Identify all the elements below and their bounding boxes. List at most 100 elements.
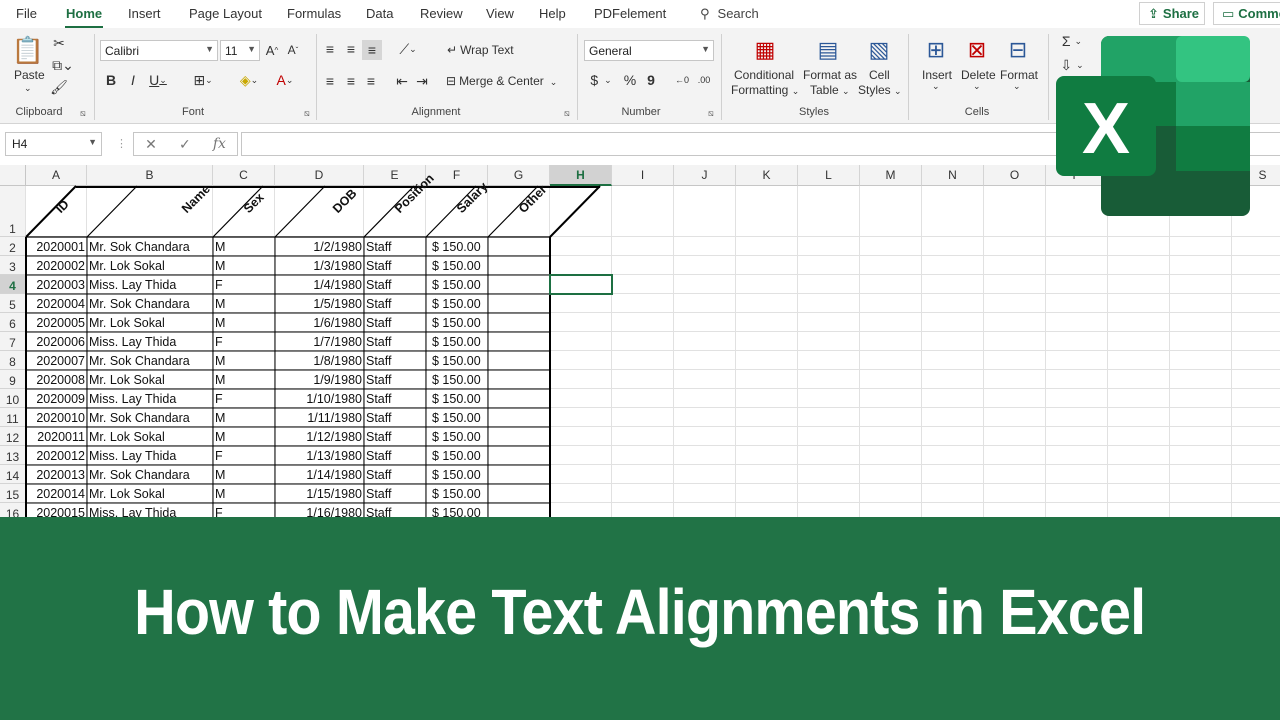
cell-a8[interactable]: 2020007 [26,351,87,370]
cell-c6[interactable]: M [213,313,275,332]
decrease-decimal-icon[interactable]: .00 [694,70,714,90]
cell-a9[interactable]: 2020008 [26,370,87,389]
align-top-icon[interactable]: ≡ [321,40,339,58]
tab-file[interactable]: File [16,6,37,21]
cell-d2[interactable]: 1/2/1980 [275,237,364,256]
cell-c2[interactable]: M [213,237,275,256]
number-format-dropdown[interactable]: General ▼ [584,40,714,61]
cell-f2[interactable]: $ 150.00 [426,237,488,256]
cell-b3[interactable]: Mr. Lok Sokal [87,256,213,275]
font-launcher-icon[interactable]: ⧅ [304,108,310,119]
cell-e2[interactable]: Staff [364,237,426,256]
cell-a7[interactable]: 2020006 [26,332,87,351]
tab-formulas[interactable]: Formulas [287,6,341,21]
chevron-down-icon[interactable]: ⌄ [1013,81,1021,92]
clipboard-launcher-icon[interactable]: ⧅ [80,108,86,119]
tab-insert[interactable]: Insert [128,6,161,21]
increase-decimal-icon[interactable]: ←0 [672,70,692,90]
cell-a10[interactable]: 2020009 [26,389,87,408]
conditional-formatting-label-1[interactable]: Conditional [734,68,794,82]
conditional-formatting-label-2[interactable]: Formatting ⌄ [731,83,799,97]
cell-a6[interactable]: 2020005 [26,313,87,332]
format-cells-icon[interactable]: ⊟ [1003,36,1033,64]
spreadsheet-grid[interactable]: ABCDEFGHIJKLMNOPQRS 12345678910111213141… [0,165,1280,520]
conditional-formatting-icon[interactable]: ▦ [750,36,780,64]
cell-b9[interactable]: Mr. Lok Sokal [87,370,213,389]
align-center-icon[interactable]: ≡ [342,72,360,90]
paste-dropdown-icon[interactable]: ⌄ [24,83,32,94]
cell-d7[interactable]: 1/7/1980 [275,332,364,351]
insert-cells-icon[interactable]: ⊞ [921,36,951,64]
cell-a15[interactable]: 2020014 [26,484,87,503]
cell-b12[interactable]: Mr. Lok Sokal [87,427,213,446]
cell-f11[interactable]: $ 150.00 [426,408,488,427]
wrap-text-button[interactable]: ↵ Wrap Text [447,43,514,57]
cell-d6[interactable]: 1/6/1980 [275,313,364,332]
cell-e11[interactable]: Staff [364,408,426,427]
cell-d4[interactable]: 1/4/1980 [275,275,364,294]
cell-b8[interactable]: Mr. Sok Chandara [87,351,213,370]
cell-a14[interactable]: 2020013 [26,465,87,484]
cell-f14[interactable]: $ 150.00 [426,465,488,484]
cell-d3[interactable]: 1/3/1980 [275,256,364,275]
align-middle-icon[interactable]: ≡ [342,40,360,58]
cell-d11[interactable]: 1/11/1980 [275,408,364,427]
tab-page-layout[interactable]: Page Layout [189,6,262,21]
cell-e3[interactable]: Staff [364,256,426,275]
alignment-launcher-icon[interactable]: ⧅ [564,108,570,119]
cell-e4[interactable]: Staff [364,275,426,294]
format-cells-button[interactable]: Format [1000,68,1038,82]
cell-c11[interactable]: M [213,408,275,427]
cell-d8[interactable]: 1/8/1980 [275,351,364,370]
font-name-dropdown[interactable]: Calibri ▼ [100,40,218,61]
copy-icon[interactable]: ⧉⌄ [50,56,76,74]
cell-c12[interactable]: M [213,427,275,446]
cell-c8[interactable]: M [213,351,275,370]
align-bottom-icon[interactable]: ≡ [362,40,382,60]
cell-b5[interactable]: Mr. Sok Chandara [87,294,213,313]
cell-b2[interactable]: Mr. Sok Chandara [87,237,213,256]
cell-f3[interactable]: $ 150.00 [426,256,488,275]
cell-a2[interactable]: 2020001 [26,237,87,256]
insert-cells-button[interactable]: Insert [922,68,952,82]
cell-c15[interactable]: M [213,484,275,503]
cell-d13[interactable]: 1/13/1980 [275,446,364,465]
tab-home[interactable]: Home [64,6,104,29]
cell-e8[interactable]: Staff [364,351,426,370]
cell-e10[interactable]: Staff [364,389,426,408]
search-box[interactable]: ⚲ Search [700,6,759,22]
borders-icon[interactable]: ⊞ ⌄ [188,70,218,90]
cell-c7[interactable]: F [213,332,275,351]
cell-c14[interactable]: M [213,465,275,484]
chevron-down-icon[interactable]: ⌄ [973,81,981,92]
cell-e6[interactable]: Staff [364,313,426,332]
cell-e9[interactable]: Staff [364,370,426,389]
cell-a12[interactable]: 2020011 [26,427,87,446]
cell-c4[interactable]: F [213,275,275,294]
align-left-icon[interactable]: ≡ [321,72,339,90]
cell-b10[interactable]: Miss. Lay Thida [87,389,213,408]
cell-b6[interactable]: Mr. Lok Sokal [87,313,213,332]
font-color-icon[interactable]: A ⌄ [270,70,300,90]
delete-cells-icon[interactable]: ⊠ [962,36,992,64]
cell-f10[interactable]: $ 150.00 [426,389,488,408]
cell-c13[interactable]: F [213,446,275,465]
cancel-icon[interactable]: ✕ [145,136,157,153]
currency-icon[interactable]: $ ⌄ [586,70,616,90]
increase-indent-icon[interactable]: ⇥ [413,72,431,90]
cell-styles-label-1[interactable]: Cell [869,68,890,82]
cell-d10[interactable]: 1/10/1980 [275,389,364,408]
merge-center-button[interactable]: ⊟ Merge & Center ⌄ [446,74,557,88]
cut-icon[interactable]: ✂ [50,34,68,52]
cell-d12[interactable]: 1/12/1980 [275,427,364,446]
format-as-table-label-1[interactable]: Format as [803,68,857,82]
number-launcher-icon[interactable]: ⧅ [708,108,714,119]
cell-b11[interactable]: Mr. Sok Chandara [87,408,213,427]
cell-e13[interactable]: Staff [364,446,426,465]
italic-icon[interactable]: I [126,70,140,90]
delete-cells-button[interactable]: Delete [961,68,996,82]
decrease-font-icon[interactable]: Aˇ [285,40,301,60]
insert-function-icon[interactable]: fx [213,136,226,152]
cell-f7[interactable]: $ 150.00 [426,332,488,351]
cell-e5[interactable]: Staff [364,294,426,313]
